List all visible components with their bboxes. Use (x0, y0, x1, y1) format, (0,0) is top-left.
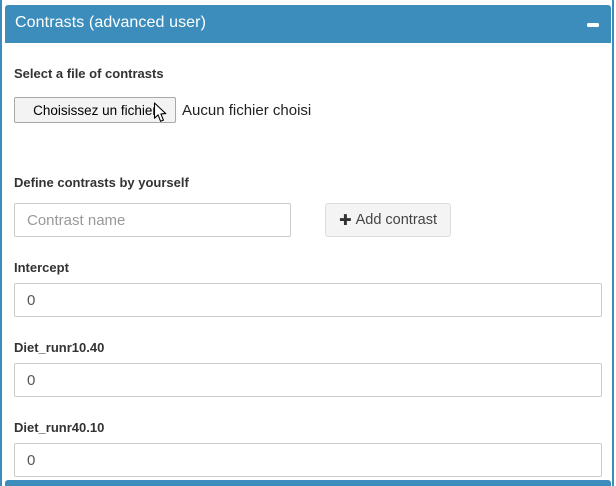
define-section-label: Define contrasts by yourself (14, 175, 189, 191)
file-status-text: Aucun fichier choisi (182, 102, 311, 119)
contrast-field-input-intercept[interactable] (14, 283, 602, 317)
contrast-field-input-diet-runr10-40[interactable] (14, 363, 602, 397)
left-border-line (0, 0, 2, 486)
contrast-field-input-diet-runr40-10[interactable] (14, 443, 602, 477)
contrast-field-label-diet-runr40-10: Diet_runr40.10 (14, 420, 104, 436)
contrasts-panel: Contrasts (advanced user) Select a file … (0, 0, 616, 486)
contrast-field-label-intercept: Intercept (14, 260, 69, 276)
file-input: Choisissez un fichier Aucun fichier choi… (14, 97, 311, 123)
browse-file-button[interactable]: Choisissez un fichier (14, 97, 176, 123)
panel-title: Contrasts (advanced user) (15, 14, 206, 32)
minus-icon (587, 23, 599, 27)
contrast-name-input[interactable] (14, 203, 291, 237)
file-section-label: Select a file of contrasts (14, 66, 164, 82)
right-border-line (612, 0, 614, 486)
contrast-field-label-diet-runr10-40: Diet_runr10.40 (14, 340, 104, 356)
next-panel-header-top[interactable] (5, 480, 611, 486)
collapse-button[interactable] (583, 15, 603, 35)
panel-header: Contrasts (advanced user) (5, 5, 611, 43)
plus-icon: ✚ (339, 211, 352, 229)
add-contrast-label: Add contrast (356, 212, 437, 228)
add-contrast-button[interactable]: ✚ Add contrast (325, 203, 451, 237)
